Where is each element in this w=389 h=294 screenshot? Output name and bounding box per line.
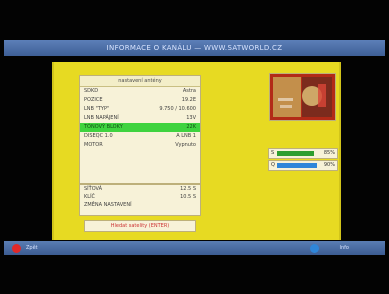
settings-row-value: 13V [186,115,196,121]
signal-percent: 90% [323,162,335,168]
signal-bar [277,163,317,168]
settings-row-value: 19.2E [181,97,196,103]
search-satellites-label: Hledat satelity (ENTER) [110,223,170,229]
settings-row-value: Astra [182,88,196,94]
settings-row-label: SDKD [84,88,99,94]
settings-row-label: MOTOR [84,142,103,148]
info-row-value: 10.5 S [180,194,196,200]
settings-row-label: DISEQC 1.0 [84,133,113,139]
preview-image [270,74,335,120]
signal-percent: 85% [323,150,335,156]
settings-row[interactable]: LNB "TYP" 9.750 / 10.600 [80,105,200,114]
blue-key-label: Info [339,245,349,251]
window-title-bar: INFORMACE O KANÁLU — WWW.SATWORLD.CZ [4,40,385,56]
settings-row[interactable]: LNB NAPÁJENÍ 13V [80,114,200,123]
info-row-value: 12.5 S [180,186,196,192]
signal-bar [277,151,314,156]
channel-preview-thumbnail [269,73,336,121]
info-row: KLÍČ 10.5 S [80,193,200,201]
settings-row-label: TÓNOVÝ BLOKY [84,124,123,130]
signal-meter: Q 90% [268,160,338,171]
signal-label: Q [271,162,275,168]
info-row-label: SÍŤOVÁ [84,186,103,192]
settings-row-label: LNB NAPÁJENÍ [84,115,119,121]
window-title: INFORMACE O KANÁLU — WWW.SATWORLD.CZ [106,44,283,52]
antenna-settings-box: nastavení antény SDKD Astra POZICE 19.2E LNB… [79,75,201,184]
settings-row[interactable]: TÓNOVÝ BLOKY 22K [80,123,200,132]
search-satellites-button[interactable]: Hledat satelity (ENTER) [84,220,196,232]
settings-row[interactable]: POZICE 19.2E [80,96,200,105]
red-key-icon[interactable] [12,244,21,253]
red-key-label: Zpět [26,245,38,251]
info-row: ZMĚNA NASTAVENÍ [80,201,200,209]
blue-key-icon[interactable] [310,244,319,253]
settings-row-value: 9.750 / 10.600 [159,106,196,112]
bottom-bar: Zpět Info [4,241,385,255]
antenna-settings-title: nastavení antény [80,76,200,87]
main-panel: nastavení antény SDKD Astra POZICE 19.2E LNB… [52,62,341,240]
settings-row-label: POZICE [84,97,103,103]
info-row-label: KLÍČ [84,194,96,200]
settings-row-value: A LNB 1 [176,133,196,139]
settings-row-value: 22K [186,124,196,130]
time-info-box: SÍŤOVÁ 12.5 S KLÍČ 10.5 S ZMĚNA NASTAVENÍ [79,184,201,216]
settings-row[interactable]: SDKD Astra [80,87,200,96]
settings-row[interactable]: MOTOR Vypnuto [80,141,200,150]
settings-row-value: Vypnuto [175,142,196,148]
info-row: SÍŤOVÁ 12.5 S [80,185,200,193]
info-row-label: ZMĚNA NASTAVENÍ [84,202,132,208]
signal-meter: S 85% [268,148,338,159]
settings-row-label: LNB "TYP" [84,106,110,112]
signal-label: S [271,150,275,156]
settings-row[interactable]: DISEQC 1.0 A LNB 1 [80,132,200,141]
